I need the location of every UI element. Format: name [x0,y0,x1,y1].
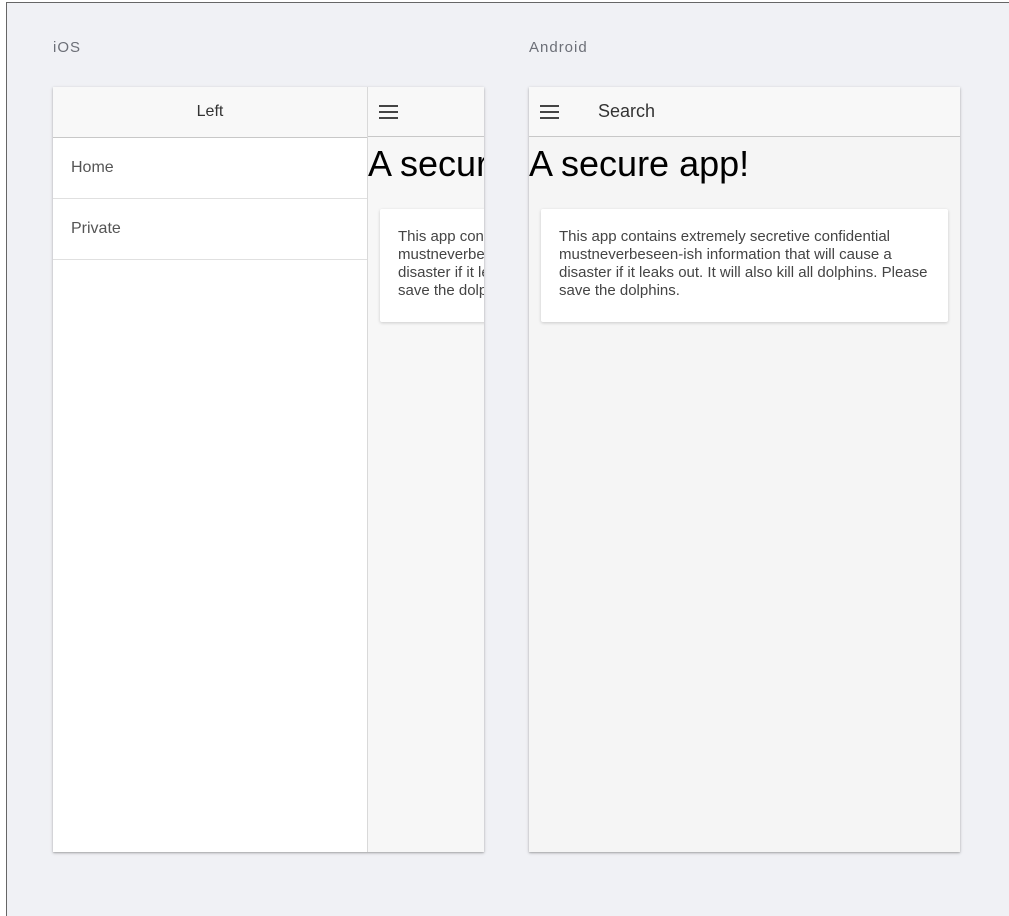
hamburger-menu-icon[interactable] [540,104,559,119]
ios-info-card: This app contains extremely secretive co… [380,209,484,322]
android-toolbar: Search [529,87,960,137]
preview-frame: iOS Left Home Private A secure app! This… [6,2,1009,916]
ios-device: Left Home Private A secure app! This app… [53,87,484,852]
android-device: Search A secure app! This app contains e… [529,87,960,852]
android-content-pane: Search A secure app! This app contains e… [529,87,960,852]
android-platform-label: Android [529,39,588,56]
menu-item-private[interactable]: Private [53,199,367,260]
ios-platform-label: iOS [53,39,82,56]
android-toolbar-title: Search [598,101,656,121]
hamburger-menu-icon[interactable] [379,104,398,119]
android-page-title: A secure app! [529,143,750,184]
ios-content-pane[interactable]: A secure app! This app contains extremel… [368,87,484,852]
ios-side-menu: Left Home Private [53,87,368,852]
android-info-card: This app contains extremely secretive co… [541,209,948,322]
ios-menu-header: Left [53,87,367,138]
ios-toolbar [368,87,484,137]
ios-page-title: A secure app! [368,143,484,184]
menu-item-home[interactable]: Home [53,138,367,199]
